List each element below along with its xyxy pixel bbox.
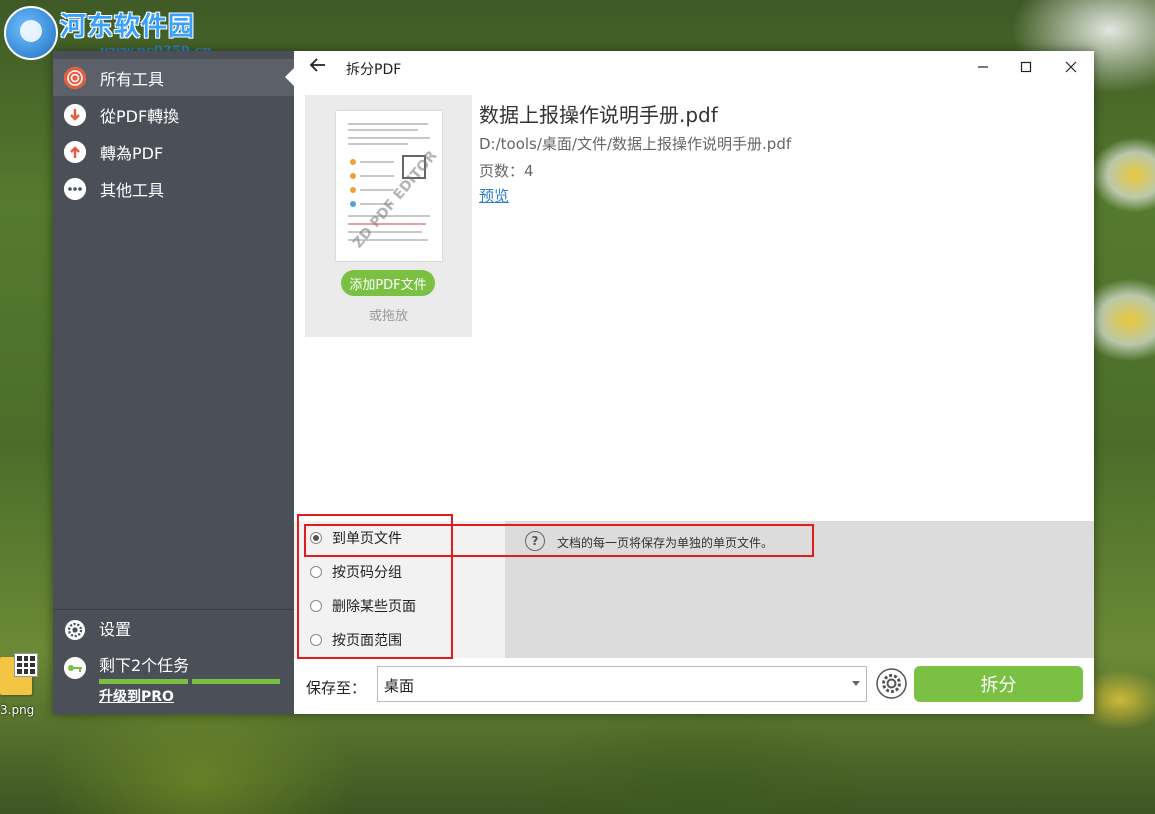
- page-count: 页数：4: [479, 162, 534, 180]
- maximize-button[interactable]: [1011, 55, 1041, 79]
- radio-button[interactable]: [310, 634, 322, 646]
- option-label: 按页码分组: [332, 565, 402, 581]
- window-title: 拆分PDF: [346, 62, 402, 78]
- split-button[interactable]: 拆分: [914, 666, 1083, 702]
- option-single-page[interactable]: 到单页文件: [310, 527, 402, 549]
- arrow-up-icon: [64, 140, 86, 163]
- task-progress-segment: [99, 679, 188, 684]
- desktop-file-label: 3.png: [0, 703, 35, 717]
- desktop-file-icon[interactable]: [0, 653, 40, 699]
- save-to-label: 保存至：: [306, 679, 367, 697]
- output-settings-gear-icon[interactable]: [876, 668, 907, 699]
- pdf-thumbnail[interactable]: ZD PDF EDITOR: [336, 111, 442, 261]
- radio-button[interactable]: [310, 600, 322, 612]
- task-progress-segment: [192, 679, 280, 684]
- add-pdf-button[interactable]: 添加PDF文件: [341, 270, 435, 296]
- file-drop-panel[interactable]: ZD PDF EDITOR 添加PDF文件 或拖放: [305, 95, 472, 337]
- option-label: 按页面范围: [332, 633, 402, 649]
- watermark-site-name: 河东软件园: [60, 12, 196, 42]
- sidebar-item-all-tools[interactable]: 所有工具: [53, 59, 294, 96]
- target-icon: [64, 66, 86, 89]
- more-dots-icon: [64, 177, 86, 200]
- radio-button[interactable]: [310, 532, 322, 544]
- radio-button[interactable]: [310, 566, 322, 578]
- title-bar: 拆分PDF: [294, 51, 1094, 83]
- option-label: 删除某些页面: [332, 599, 416, 615]
- sidebar-item-label: 轉為PDF: [100, 143, 164, 163]
- sidebar-item-label: 其他工具: [100, 180, 165, 200]
- preview-link[interactable]: 预览: [479, 185, 509, 206]
- sidebar-item-label: 所有工具: [100, 69, 165, 89]
- option-page-range[interactable]: 按页面范围: [310, 629, 402, 651]
- settings-gear-icon[interactable]: [64, 619, 86, 641]
- upgrade-pro-link[interactable]: 升级到PRO: [99, 686, 174, 706]
- minimize-icon: [978, 66, 988, 68]
- option-by-page-number-group[interactable]: 按页码分组: [310, 561, 402, 583]
- maximize-icon: [1020, 61, 1032, 73]
- image-grid-icon: [14, 653, 38, 677]
- sidebar-item-other-tools[interactable]: 其他工具: [53, 170, 294, 207]
- help-question-icon[interactable]: ?: [525, 531, 545, 551]
- help-text: 文档的每一页将保存为单独的单页文件。: [557, 536, 774, 550]
- save-location-value: 桌面: [384, 677, 415, 695]
- sidebar-item-label: 從PDF轉換: [100, 106, 180, 126]
- split-mode-list: 到单页文件 按页码分组 删除某些页面 按页面范围: [294, 521, 505, 658]
- drag-drop-hint: 或拖放: [368, 309, 408, 324]
- minimize-button[interactable]: [968, 55, 998, 79]
- split-options-area: 到单页文件 按页码分组 删除某些页面 按页面范围 ? 文档的每一页将保存为单独的…: [294, 521, 1094, 658]
- app-window: 所有工具 從PDF轉換 轉為PDF 其他工具 设置 剩下2个任务 升级到PRO …: [53, 51, 1094, 714]
- main-panel: 拆分PDF ZD PDF EDITOR 添加PDF文件 或拖放 数据上报操作说明…: [294, 51, 1094, 714]
- sidebar-item-to-pdf[interactable]: 轉為PDF: [53, 133, 294, 170]
- option-delete-pages[interactable]: 删除某些页面: [310, 595, 416, 617]
- sidebar-item-from-pdf[interactable]: 從PDF轉換: [53, 96, 294, 133]
- remaining-tasks: 剩下2个任务: [99, 656, 190, 675]
- file-path: D:/tools/桌面/文件/数据上报操作说明手册.pdf: [479, 135, 792, 153]
- sidebar-settings[interactable]: 设置: [99, 619, 131, 641]
- sidebar-divider: [53, 609, 294, 610]
- save-location-select[interactable]: 桌面: [377, 666, 867, 702]
- close-icon: [1065, 61, 1077, 73]
- sidebar: 所有工具 從PDF轉換 轉為PDF 其他工具 设置 剩下2个任务 升级到PRO: [53, 51, 294, 714]
- back-arrow-icon[interactable]: [306, 55, 330, 79]
- thumbnail-stamp: ZD PDF EDITOR: [350, 147, 441, 252]
- arrow-down-icon: [64, 103, 86, 126]
- key-icon: [64, 657, 86, 679]
- watermark-logo-icon: [4, 6, 58, 60]
- file-name: 数据上报操作说明手册.pdf: [479, 103, 718, 127]
- option-label: 到单页文件: [332, 531, 402, 547]
- chevron-down-icon: [852, 681, 860, 686]
- close-button[interactable]: [1056, 55, 1086, 79]
